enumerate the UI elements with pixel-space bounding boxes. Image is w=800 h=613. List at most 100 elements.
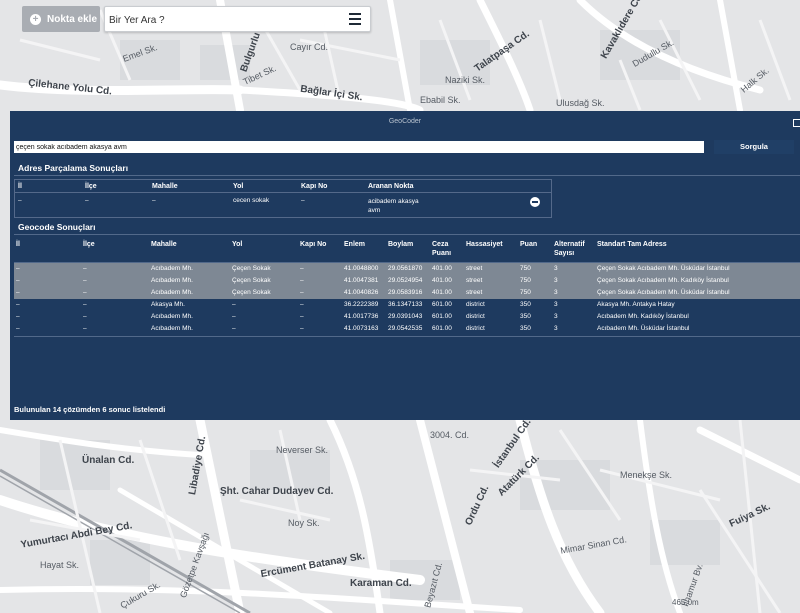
- map-label: Cayır Cd.: [290, 42, 329, 52]
- remove-icon[interactable]: [530, 197, 540, 207]
- table-cell: 29.0524954: [388, 277, 423, 284]
- parse-cell: –: [85, 197, 89, 204]
- table-cell: Akasya Mh. Antakya Hatay: [597, 301, 675, 308]
- table-cell: 601.00: [432, 301, 452, 308]
- table-cell: Acıbadem Mh. Üsküdar İstanbul: [597, 325, 690, 332]
- add-point-button[interactable]: + Nokta ekle: [22, 6, 100, 32]
- table-cell: district: [466, 313, 485, 320]
- address-query-input[interactable]: [14, 141, 704, 153]
- map-label: Naziki Sk.: [445, 75, 486, 85]
- parse-cell: –: [152, 197, 156, 204]
- add-point-label: Nokta ekle: [47, 13, 98, 25]
- map-scale-label: 465.0m: [672, 598, 699, 607]
- table-cell: Çeçen Sokak: [232, 265, 271, 272]
- plus-icon: +: [30, 13, 41, 25]
- table-cell: 3: [554, 277, 558, 284]
- place-search-input[interactable]: [109, 11, 334, 29]
- close-icon[interactable]: [793, 119, 800, 127]
- column-header: Mahalle: [152, 183, 178, 190]
- table-row[interactable]: – – Acıbadem Mh. Çeçen Sokak – 41.0040826 29.0…: [14, 287, 800, 299]
- table-cell: 3: [554, 325, 558, 332]
- column-header: Puan: [520, 241, 538, 248]
- table-cell: 750: [520, 289, 531, 296]
- table-cell: –: [16, 277, 20, 284]
- table-cell: 3: [554, 289, 558, 296]
- table-cell: 401.00: [432, 277, 452, 284]
- column-header: İlçe: [85, 183, 97, 190]
- table-cell: 401.00: [432, 289, 452, 296]
- table-cell: –: [83, 325, 87, 332]
- column-header: Enlem: [344, 241, 366, 248]
- table-cell: street: [466, 289, 483, 296]
- table-cell: district: [466, 325, 485, 332]
- map-label: 3004. Cd.: [430, 430, 470, 440]
- table-cell: –: [16, 325, 20, 332]
- map-label: Ebabil Sk.: [420, 95, 461, 105]
- table-cell: 41.0073163: [344, 325, 379, 332]
- table-cell: 350: [520, 325, 531, 332]
- table-cell: –: [300, 277, 304, 284]
- geocoder-panel: GeoCoder Sorgula Adres Parçalama Sonuçla…: [10, 111, 800, 420]
- table-cell: 29.0561870: [388, 265, 423, 272]
- parse-section-title: Adres Parçalama Sonuçları: [18, 163, 129, 173]
- table-cell: –: [300, 325, 304, 332]
- table-cell: –: [16, 301, 20, 308]
- map-label: Hayat Sk.: [40, 560, 80, 570]
- column-header: Mahalle: [151, 241, 177, 248]
- table-cell: Çeçen Sokak Acıbadem Mh. Kadıköy İstanbu…: [597, 277, 729, 284]
- table-cell: –: [16, 313, 20, 320]
- table-cell: Çeçen Sokak: [232, 289, 271, 296]
- table-cell: –: [300, 289, 304, 296]
- hamburger-menu-icon[interactable]: [349, 13, 361, 25]
- table-cell: 29.0583916: [388, 289, 423, 296]
- column-header: İl: [18, 183, 22, 190]
- column-header: Kapı No: [300, 241, 327, 248]
- parse-cell: –: [18, 197, 22, 204]
- table-cell: 29.0542535: [388, 325, 423, 332]
- table-cell: Çeçen Sokak: [232, 277, 271, 284]
- column-header: Ceza Puanı: [432, 241, 452, 257]
- table-cell: 601.00: [432, 313, 452, 320]
- table-cell: 41.0048800: [344, 265, 379, 272]
- table-cell: 350: [520, 313, 531, 320]
- parse-cell: cecen sokak: [233, 197, 270, 204]
- table-cell: 750: [520, 277, 531, 284]
- column-header: Aranan Nokta: [368, 183, 414, 190]
- table-cell: Akasya Mh.: [151, 301, 185, 308]
- column-header: İl: [16, 241, 20, 248]
- map-label: Neverser Sk.: [276, 445, 329, 455]
- table-cell: 36.2222389: [344, 301, 379, 308]
- table-cell: –: [300, 301, 304, 308]
- table-cell: –: [83, 277, 87, 284]
- table-cell: Acıbadem Mh.: [151, 265, 193, 272]
- table-cell: 601.00: [432, 325, 452, 332]
- column-header: Standart Tam Adress: [597, 241, 667, 248]
- table-row[interactable]: – – Acıbadem Mh. – – 41.0017736 29.0391043 601.…: [14, 311, 800, 323]
- table-cell: Çeçen Sokak Acıbadem Mh. Üsküdar İstanbu…: [597, 265, 730, 272]
- table-cell: –: [232, 313, 236, 320]
- table-row[interactable]: – – Akasya Mh. – – 36.2222389 36.1347133 601.00…: [14, 299, 800, 311]
- table-row[interactable]: – – Acıbadem Mh. Çeçen Sokak – 41.0047381 29.0…: [14, 275, 800, 287]
- table-row[interactable]: – – Acıbadem Mh. – – 41.0073163 29.0542535 601.…: [14, 323, 800, 335]
- divider: [14, 234, 800, 235]
- table-cell: 41.0047381: [344, 277, 379, 284]
- table-cell: Acıbadem Mh.: [151, 277, 193, 284]
- table-cell: Acıbadem Mh. Kadıköy İstanbul: [597, 313, 689, 320]
- column-header: Kapı No: [301, 183, 328, 190]
- table-cell: –: [83, 289, 87, 296]
- table-cell: district: [466, 301, 485, 308]
- column-header: Yol: [232, 241, 243, 248]
- map-label: Ulusdağ Sk.: [556, 98, 605, 108]
- map-label: Şht. Cahar Dudayev Cd.: [220, 486, 334, 497]
- table-cell: 3: [554, 301, 558, 308]
- query-button[interactable]: Sorgula: [714, 140, 794, 154]
- place-search-box: [104, 6, 371, 32]
- divider: [14, 175, 800, 176]
- results-summary: Bulunulan 14 çözümden 6 sonuc listelendi: [14, 405, 166, 414]
- table-row[interactable]: – – Acıbadem Mh. Çeçen Sokak – 41.0048800 29.0…: [14, 263, 800, 275]
- map-label: Ünalan Cd.: [82, 455, 135, 466]
- table-cell: –: [16, 265, 20, 272]
- table-cell: Acıbadem Mh.: [151, 325, 193, 332]
- table-cell: –: [83, 301, 87, 308]
- table-cell: Acıbadem Mh.: [151, 289, 193, 296]
